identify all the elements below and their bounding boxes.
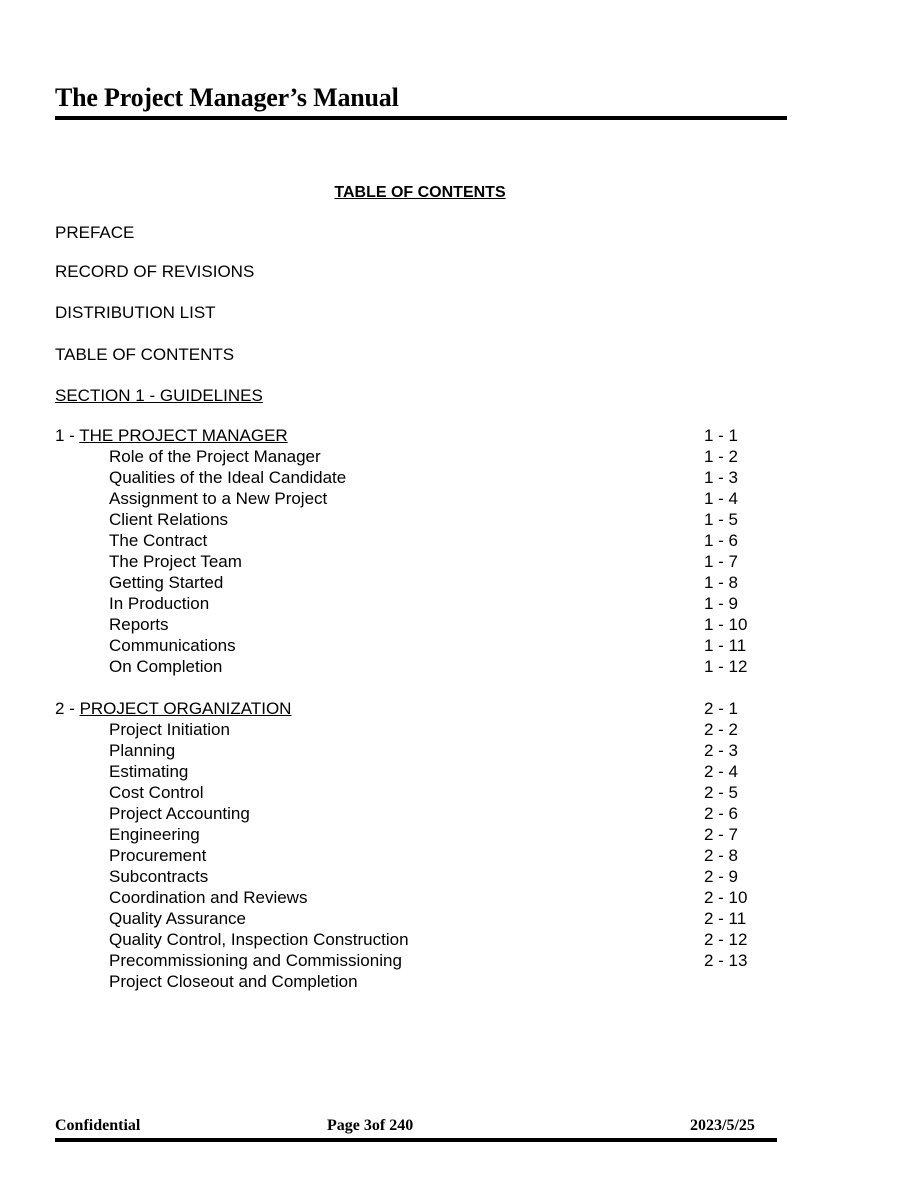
chapter-heading: 1 - THE PROJECT MANAGER: [55, 425, 288, 446]
page-ref: 1 - 1: [704, 426, 739, 445]
page-ref: 2 - 6: [704, 804, 739, 823]
entry-label: Assignment to a New Project: [109, 489, 328, 508]
entry-label: Quality Control, Inspection Construction: [109, 930, 409, 949]
entry-label: Precommissioning and Commissioning: [109, 951, 402, 970]
toc-entry[interactable]: Precommissioning and Commissioning 2 - 13: [55, 950, 815, 971]
entry-label: Project Initiation: [109, 720, 230, 739]
footer-divider: [55, 1138, 777, 1142]
chapter-heading-row[interactable]: 1 - THE PROJECT MANAGER 1 - 1: [55, 425, 815, 446]
entry-label: Planning: [109, 741, 176, 760]
entry-label: Estimating: [109, 762, 189, 781]
toc-front-item-preface[interactable]: PREFACE: [55, 222, 134, 243]
toc-entry[interactable]: Estimating 2 - 4: [55, 761, 815, 782]
entry-label: Coordination and Reviews: [109, 888, 308, 907]
entry-label: Subcontracts: [109, 867, 209, 886]
header-divider: [55, 116, 787, 120]
footer-page-number: Page 3of 240: [327, 1117, 414, 1134]
document-title: The Project Manager’s Manual: [55, 83, 399, 112]
page-ref: 2 - 11: [704, 909, 747, 928]
entry-label: Getting Started: [109, 573, 224, 592]
page-ref: 2 - 3: [704, 741, 739, 760]
toc-entry[interactable]: Project Initiation 2 - 2: [55, 719, 815, 740]
page-ref: 1 - 2: [704, 447, 739, 466]
entry-label: Role of the Project Manager: [109, 447, 321, 466]
toc-entry[interactable]: Reports 1 - 10: [55, 614, 815, 635]
footer-date: 2023/5/25: [690, 1117, 755, 1134]
chapter-title: PROJECT ORGANIZATION: [79, 699, 292, 718]
entry-label: Cost Control: [109, 783, 204, 802]
page-ref: 1 - 6: [704, 531, 739, 550]
page-ref: 1 - 9: [704, 594, 739, 613]
entry-label: The Project Team: [109, 552, 242, 571]
toc-entry[interactable]: Project Accounting 2 - 6: [55, 803, 815, 824]
entry-label: Qualities of the Ideal Candidate: [109, 468, 347, 487]
page-ref: 2 - 8: [704, 846, 739, 865]
entry-label: On Completion: [109, 657, 223, 676]
toc-entry[interactable]: Getting Started 1 - 8: [55, 572, 815, 593]
toc-entry[interactable]: Qualities of the Ideal Candidate 1 - 3: [55, 467, 815, 488]
entry-label: Client Relations: [109, 510, 229, 529]
page-ref: 1 - 7: [704, 552, 739, 571]
page-ref: 2 - 13: [704, 951, 748, 970]
page-ref: 2 - 12: [704, 930, 748, 949]
page-ref: 2 - 7: [704, 825, 739, 844]
footer-confidential: Confidential: [55, 1117, 141, 1134]
toc-entry[interactable]: In Production 1 - 9: [55, 593, 815, 614]
page-ref: 1 - 12: [704, 657, 748, 676]
entry-label: Project Accounting: [109, 804, 250, 823]
entry-label: The Contract: [109, 531, 208, 550]
page-ref: 1 - 4: [704, 489, 739, 508]
toc-entry[interactable]: Subcontracts 2 - 9: [55, 866, 815, 887]
page-ref: 2 - 1: [704, 699, 739, 718]
section-heading[interactable]: SECTION 1 - GUIDELINES: [55, 385, 263, 406]
toc-entry[interactable]: Cost Control 2 - 5: [55, 782, 815, 803]
entry-label: Engineering: [109, 825, 200, 844]
page-ref: 1 - 5: [704, 510, 739, 529]
toc-front-item-distribution-list[interactable]: DISTRIBUTION LIST: [55, 302, 216, 323]
chapter-title: THE PROJECT MANAGER: [79, 426, 288, 445]
toc-entry[interactable]: Coordination and Reviews 2 - 10: [55, 887, 815, 908]
toc-front-item-record-of-revisions[interactable]: RECORD OF REVISIONS: [55, 261, 254, 282]
page-ref: 2 - 10: [704, 888, 748, 907]
toc-entry[interactable]: Quality Assurance 2 - 11: [55, 908, 815, 929]
toc-entry[interactable]: Procurement 2 - 8: [55, 845, 815, 866]
toc-entry[interactable]: Project Closeout and Completion: [55, 971, 815, 992]
entry-label: Project Closeout and Completion: [109, 972, 358, 991]
page-ref: 1 - 8: [704, 573, 739, 592]
toc-entry[interactable]: Engineering 2 - 7: [55, 824, 815, 845]
toc-entry[interactable]: Client Relations 1 - 5: [55, 509, 815, 530]
page-ref: 1 - 10: [704, 615, 748, 634]
chapter-number: 2 -: [55, 699, 80, 718]
entry-label: Procurement: [109, 846, 207, 865]
page-ref: 2 - 4: [704, 762, 739, 781]
chapter-2: 2 - PROJECT ORGANIZATION 2 - 1 Project I…: [55, 698, 815, 992]
toc-entry[interactable]: Communications 1 - 11: [55, 635, 815, 656]
page-ref: 2 - 9: [704, 867, 739, 886]
chapter-heading-row[interactable]: 2 - PROJECT ORGANIZATION 2 - 1: [55, 698, 815, 719]
chapter-heading: 2 - PROJECT ORGANIZATION: [55, 698, 291, 719]
toc-entry[interactable]: Quality Control, Inspection Construction…: [55, 929, 815, 950]
toc-entry[interactable]: Role of the Project Manager 1 - 2: [55, 446, 815, 467]
toc-entry[interactable]: Planning 2 - 3: [55, 740, 815, 761]
entry-label: Reports: [109, 615, 169, 634]
toc-entry[interactable]: The Contract 1 - 6: [55, 530, 815, 551]
page-ref: 2 - 5: [704, 783, 739, 802]
page-ref: 1 - 11: [704, 636, 747, 655]
entry-label: Communications: [109, 636, 236, 655]
chapter-number: 1 -: [55, 426, 80, 445]
toc-entry[interactable]: The Project Team 1 - 7: [55, 551, 815, 572]
page-ref: 1 - 3: [704, 468, 739, 487]
toc-heading: TABLE OF CONTENTS: [334, 184, 506, 201]
toc-front-item-table-of-contents[interactable]: TABLE OF CONTENTS: [55, 344, 234, 365]
entry-label: Quality Assurance: [109, 909, 247, 928]
page-ref: 2 - 2: [704, 720, 739, 739]
entry-label: In Production: [109, 594, 210, 613]
toc-entry[interactable]: Assignment to a New Project 1 - 4: [55, 488, 815, 509]
chapter-1: 1 - THE PROJECT MANAGER 1 - 1 Role of th…: [55, 425, 815, 677]
toc-entry[interactable]: On Completion 1 - 12: [55, 656, 815, 677]
